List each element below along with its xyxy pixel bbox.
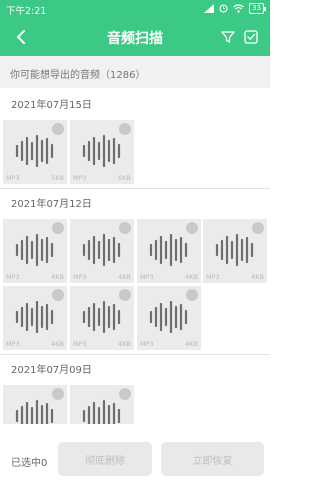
file-size: 4KB	[185, 340, 198, 348]
bottom-action-bar: 已选中0 彻底删除 立即恢复	[0, 432, 270, 480]
selected-count: 已选中0	[11, 458, 48, 469]
audio-wave-icon	[82, 399, 121, 424]
audio-wave-icon	[82, 134, 121, 168]
audio-tile[interactable]: MP3 4KB	[203, 219, 267, 283]
file-format: MP3	[73, 273, 87, 281]
restore-button[interactable]: 立即恢复	[161, 442, 264, 476]
file-size: 4KB	[51, 273, 64, 281]
file-size: 4KB	[118, 273, 131, 281]
audio-wave-icon	[15, 300, 54, 334]
nav-bar: 音频扫描	[0, 18, 270, 56]
audio-wave-icon	[15, 399, 54, 424]
file-format: MP3	[6, 174, 20, 182]
file-size: 4KB	[51, 340, 64, 348]
file-format: MP3	[6, 340, 20, 348]
audio-list[interactable]: 2021年07月15日 MP3 5KB MP3 6KB 2021年07月12日 …	[0, 88, 270, 424]
audio-tile[interactable]: MP3 4KB	[137, 219, 201, 283]
audio-wave-icon	[215, 233, 254, 267]
date-header: 2021年07月15日	[11, 100, 92, 111]
audio-wave-icon	[15, 233, 54, 267]
file-format: MP3	[140, 273, 154, 281]
audio-tile[interactable]: MP3 6KB	[70, 120, 134, 184]
audio-tile[interactable]	[70, 385, 134, 424]
delete-button[interactable]: 彻底删除	[58, 442, 152, 476]
alarm-icon	[219, 4, 228, 13]
audio-tile[interactable]: MP3 4KB	[3, 286, 67, 350]
file-format: MP3	[73, 340, 87, 348]
select-all-button[interactable]	[241, 27, 261, 47]
wifi-icon	[233, 4, 244, 13]
audio-wave-icon	[149, 300, 188, 334]
divider	[0, 188, 270, 189]
filter-icon	[221, 31, 235, 43]
audio-wave-icon	[82, 300, 121, 334]
status-icons: 33	[204, 3, 266, 14]
file-format: MP3	[73, 174, 87, 182]
file-size: 6KB	[118, 174, 131, 182]
file-format: MP3	[140, 340, 154, 348]
file-size: 5KB	[51, 174, 64, 182]
audio-tile[interactable]: MP3 4KB	[70, 219, 134, 283]
audio-tile[interactable]	[3, 385, 67, 424]
select-all-icon	[244, 30, 258, 44]
signal-icon	[204, 4, 215, 13]
status-time: 下午2:21	[6, 6, 47, 17]
audio-tile[interactable]: MP3 4KB	[70, 286, 134, 350]
battery-icon: 33	[249, 3, 266, 14]
date-header: 2021年07月12日	[11, 199, 92, 210]
audio-wave-icon	[15, 134, 54, 168]
audio-tile[interactable]: MP3 4KB	[3, 219, 67, 283]
audio-wave-icon	[149, 233, 188, 267]
summary-text: 你可能想导出的音频（1286）	[0, 56, 270, 88]
file-size: 4KB	[118, 340, 131, 348]
audio-tile[interactable]: MP3 4KB	[137, 286, 201, 350]
file-format: MP3	[6, 273, 20, 281]
divider	[0, 354, 270, 355]
file-size: 4KB	[251, 273, 264, 281]
date-header: 2021年07月09日	[11, 365, 92, 376]
status-bar: 下午2:21 33	[0, 0, 270, 18]
audio-wave-icon	[82, 233, 121, 267]
file-format: MP3	[206, 273, 220, 281]
filter-button[interactable]	[218, 27, 238, 47]
file-size: 4KB	[185, 273, 198, 281]
audio-tile[interactable]: MP3 5KB	[3, 120, 67, 184]
